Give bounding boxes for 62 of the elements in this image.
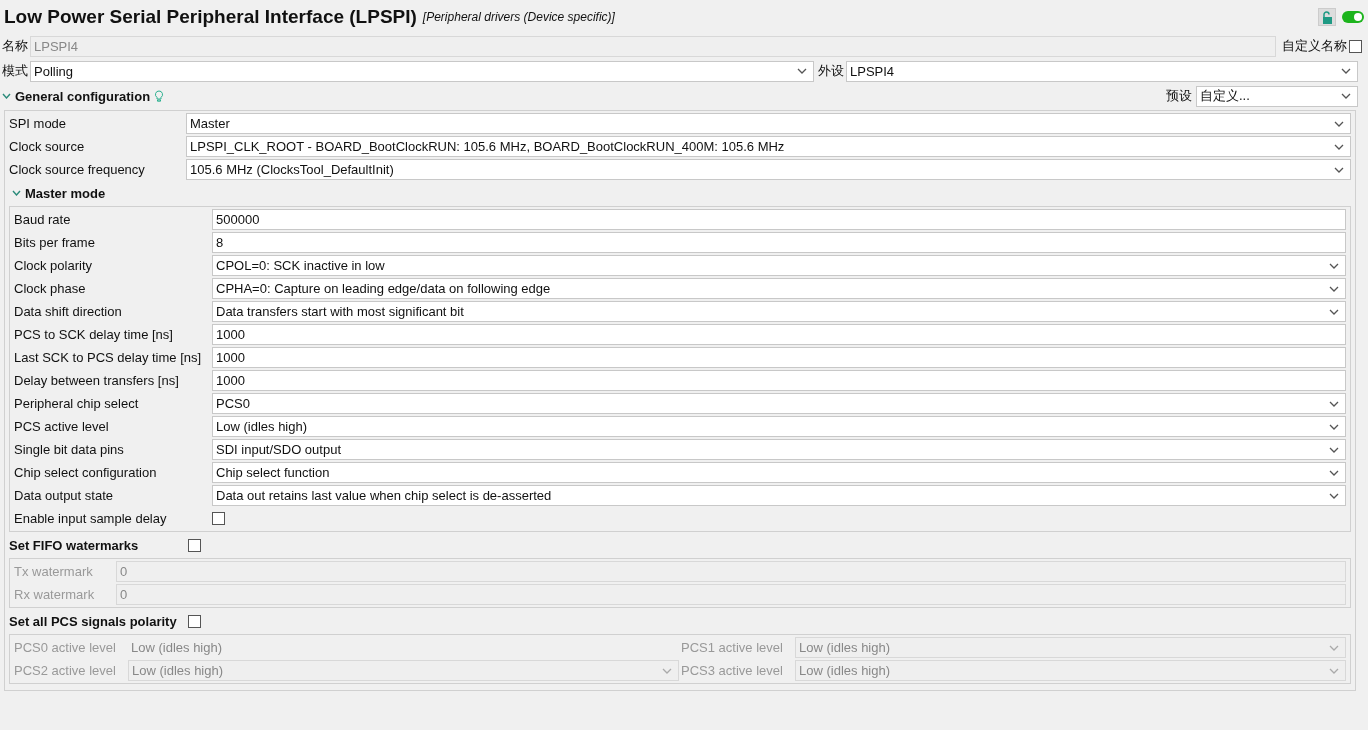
page-subtitle: [Peripheral drivers (Device specific)] — [422, 10, 616, 24]
field-label: Bits per frame — [14, 235, 96, 250]
field-label: Data output state — [14, 488, 114, 503]
field-label: Baud rate — [14, 212, 72, 227]
collapse-chevron-icon[interactable] — [2, 93, 11, 99]
field-value: Low (idles high) — [130, 640, 224, 655]
section-title: Set FIFO watermarks — [9, 537, 140, 553]
input-field[interactable]: 1000 — [212, 370, 1346, 391]
field-label: PCS1 active level — [681, 640, 784, 655]
dropdown-field[interactable]: SDI input/SDO output — [212, 439, 1346, 460]
field-label: Tx watermark — [14, 564, 94, 579]
field-label: PCS2 active level — [14, 663, 117, 678]
dropdown-field[interactable]: LPSPI4 — [846, 60, 1358, 82]
checkbox[interactable] — [212, 512, 225, 525]
dropdown-field[interactable]: Master — [186, 113, 1351, 134]
checkbox[interactable] — [188, 614, 201, 628]
dropdown-field[interactable]: 自定义... — [1196, 85, 1358, 107]
field-label: Enable input sample delay — [14, 511, 168, 526]
field-label: Clock polarity — [14, 258, 94, 273]
field-label: SPI mode — [9, 116, 68, 131]
field-label: 预设 — [1166, 87, 1192, 105]
input-field[interactable]: 500000 — [212, 209, 1346, 230]
field-label: 外设 — [818, 62, 844, 80]
section-title: Set all PCS signals polarity — [9, 613, 178, 629]
section-title: General configuration — [15, 88, 151, 104]
field-label: Clock phase — [14, 281, 87, 296]
field-label: Delay between transfers [ns] — [14, 373, 180, 388]
collapse-chevron-icon[interactable] — [12, 190, 21, 196]
dropdown-field[interactable]: 105.6 MHz (ClocksTool_DefaultInit) — [186, 159, 1351, 180]
dropdown-field[interactable]: PCS0 — [212, 393, 1346, 414]
field-label: Rx watermark — [14, 587, 96, 602]
field-label: Last SCK to PCS delay time [ns] — [14, 350, 203, 365]
section-title: Master mode — [25, 185, 106, 201]
dropdown-field[interactable]: Polling — [30, 60, 814, 82]
field-label: PCS to SCK delay time [ns] — [14, 327, 174, 342]
dropdown-field[interactable]: Low (idles high) — [212, 416, 1346, 437]
field-label: PCS3 active level — [681, 663, 784, 678]
dropdown-field[interactable]: LPSPI_CLK_ROOT - BOARD_BootClockRUN: 105.6 MHz, BOARD_BootClockRUN_400M: 105.6 MHz — [186, 136, 1351, 157]
checkbox[interactable] — [188, 538, 201, 552]
enable-toggle[interactable] — [1342, 11, 1364, 23]
dropdown-field[interactable]: CPOL=0: SCK inactive in low — [212, 255, 1346, 276]
field-label: 模式 — [2, 62, 28, 80]
field-label: 自定义名称 — [1282, 37, 1347, 55]
dropdown-field[interactable]: Data out retains last value when chip select is de-asserted — [212, 485, 1346, 506]
field-label: 名称 — [2, 37, 28, 55]
field-label: Clock source frequency — [9, 162, 146, 177]
lightbulb-icon — [154, 90, 165, 102]
page-title: Low Power Serial Peripheral Interface (LPSPI) — [4, 6, 417, 28]
unlocked-padlock-icon[interactable] — [1318, 8, 1336, 26]
field-label: Chip select configuration — [14, 465, 158, 480]
field-label: PCS0 active level — [14, 640, 117, 655]
input-field[interactable]: 1000 — [212, 324, 1346, 345]
field-label: Clock source — [9, 139, 86, 154]
dropdown-field[interactable]: Chip select function — [212, 462, 1346, 483]
input-field[interactable]: 1000 — [212, 347, 1346, 368]
field-label: Peripheral chip select — [14, 396, 140, 411]
dropdown-field[interactable]: Data transfers start with most significant bit — [212, 301, 1346, 322]
field-label: PCS active level — [14, 419, 110, 434]
input-field[interactable]: 8 — [212, 232, 1346, 253]
field-label: Single bit data pins — [14, 442, 125, 457]
field-label: Data shift direction — [14, 304, 123, 319]
dropdown-field[interactable]: CPHA=0: Capture on leading edge/data on following edge — [212, 278, 1346, 299]
